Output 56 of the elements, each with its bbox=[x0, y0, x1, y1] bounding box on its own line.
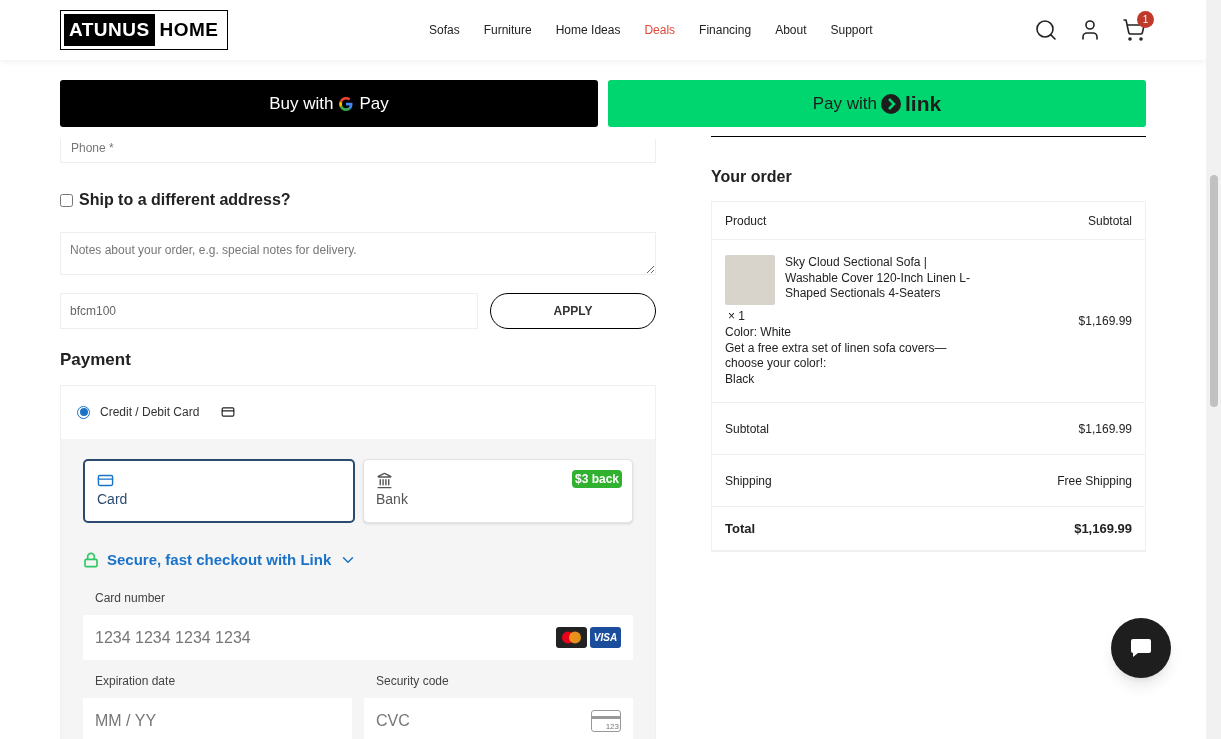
summary-value: $1,169.99 bbox=[1074, 519, 1132, 538]
cvc-field[interactable]: CVC 123 bbox=[364, 698, 633, 739]
summary-label: Subtotal bbox=[725, 420, 770, 438]
phone-field[interactable]: Phone * bbox=[60, 139, 656, 163]
chat-bubble-icon bbox=[1130, 638, 1152, 658]
cvc-card-icon: 123 bbox=[591, 709, 621, 732]
product-photo-placeholder bbox=[725, 255, 775, 305]
card-number-field[interactable]: 1234 1234 1234 1234 VISA bbox=[83, 615, 633, 660]
scrollbar[interactable] bbox=[1206, 0, 1221, 739]
nav-link[interactable]: Financing bbox=[699, 21, 752, 39]
expiry-field[interactable]: MM / YY bbox=[83, 698, 352, 739]
lock-icon bbox=[83, 551, 99, 568]
cart-count-badge: 1 bbox=[1137, 11, 1154, 28]
payment-tab[interactable]: Bank $3 back bbox=[363, 458, 633, 523]
quantity: × 1 bbox=[727, 308, 746, 325]
nav-link[interactable]: Home Ideas bbox=[555, 21, 621, 39]
nav-link[interactable]: Deals bbox=[644, 21, 676, 39]
card-icon bbox=[221, 405, 236, 419]
payment-method-label: Credit / Debit Card bbox=[100, 404, 200, 421]
visa-logo: VISA bbox=[590, 627, 621, 648]
item-price: $1,169.99 bbox=[1078, 313, 1132, 330]
summary-value: Free Shipping bbox=[1057, 472, 1132, 490]
coupon-field[interactable]: bfcm100 bbox=[60, 293, 478, 329]
google-pay-button[interactable]: Buy with Pay bbox=[60, 80, 598, 127]
g-logo-icon bbox=[338, 95, 355, 112]
chat-button[interactable] bbox=[1111, 618, 1171, 678]
search-icon[interactable] bbox=[1034, 18, 1058, 42]
checkbox[interactable] bbox=[60, 193, 73, 207]
summary-label: Shipping bbox=[725, 472, 772, 490]
section-title: Payment bbox=[60, 349, 132, 371]
summary-value: $1,169.99 bbox=[1078, 420, 1132, 438]
cashback-badge: $3 back bbox=[571, 469, 622, 488]
nav-link[interactable]: Furniture bbox=[483, 21, 532, 39]
product-option: Black bbox=[725, 371, 965, 387]
field-label: Card number bbox=[94, 590, 167, 607]
product-option: Color: White bbox=[725, 325, 965, 341]
product-option: Get a free extra set of linen sofa covers—choose your color!: bbox=[725, 340, 965, 372]
link-pay-button[interactable]: Pay with link bbox=[608, 80, 1146, 127]
arrow-circle-icon bbox=[881, 93, 902, 114]
section-title: Your order bbox=[711, 167, 793, 187]
column-header: Product bbox=[725, 212, 767, 230]
field-label: Security code bbox=[375, 673, 450, 690]
bank-icon bbox=[376, 471, 393, 489]
nav-link[interactable]: Sofas bbox=[429, 21, 460, 39]
mastercard-icon bbox=[556, 627, 587, 648]
checkbox-label: Ship to a different address? bbox=[79, 190, 291, 210]
column-header: Subtotal bbox=[1087, 212, 1132, 230]
payment-tab[interactable]: Card bbox=[83, 458, 355, 523]
summary-label: Total bbox=[725, 519, 756, 538]
field-label: Expiration date bbox=[94, 673, 177, 690]
order-notes-field[interactable]: Notes about your order, e.g. special notes for delivery. bbox=[60, 232, 656, 275]
product-name[interactable]: Sky Cloud Sectional Sofa | Washable Cover 120-Inch Linen L-Shaped Sectionals 4-Seaters bbox=[785, 255, 980, 305]
logo[interactable]: ATUNUS HOME bbox=[60, 10, 228, 50]
nav-link[interactable]: Support bbox=[830, 21, 873, 39]
nav-link[interactable]: About bbox=[775, 21, 807, 39]
link-prompt[interactable]: Secure, fast checkout with Link bbox=[107, 548, 332, 571]
